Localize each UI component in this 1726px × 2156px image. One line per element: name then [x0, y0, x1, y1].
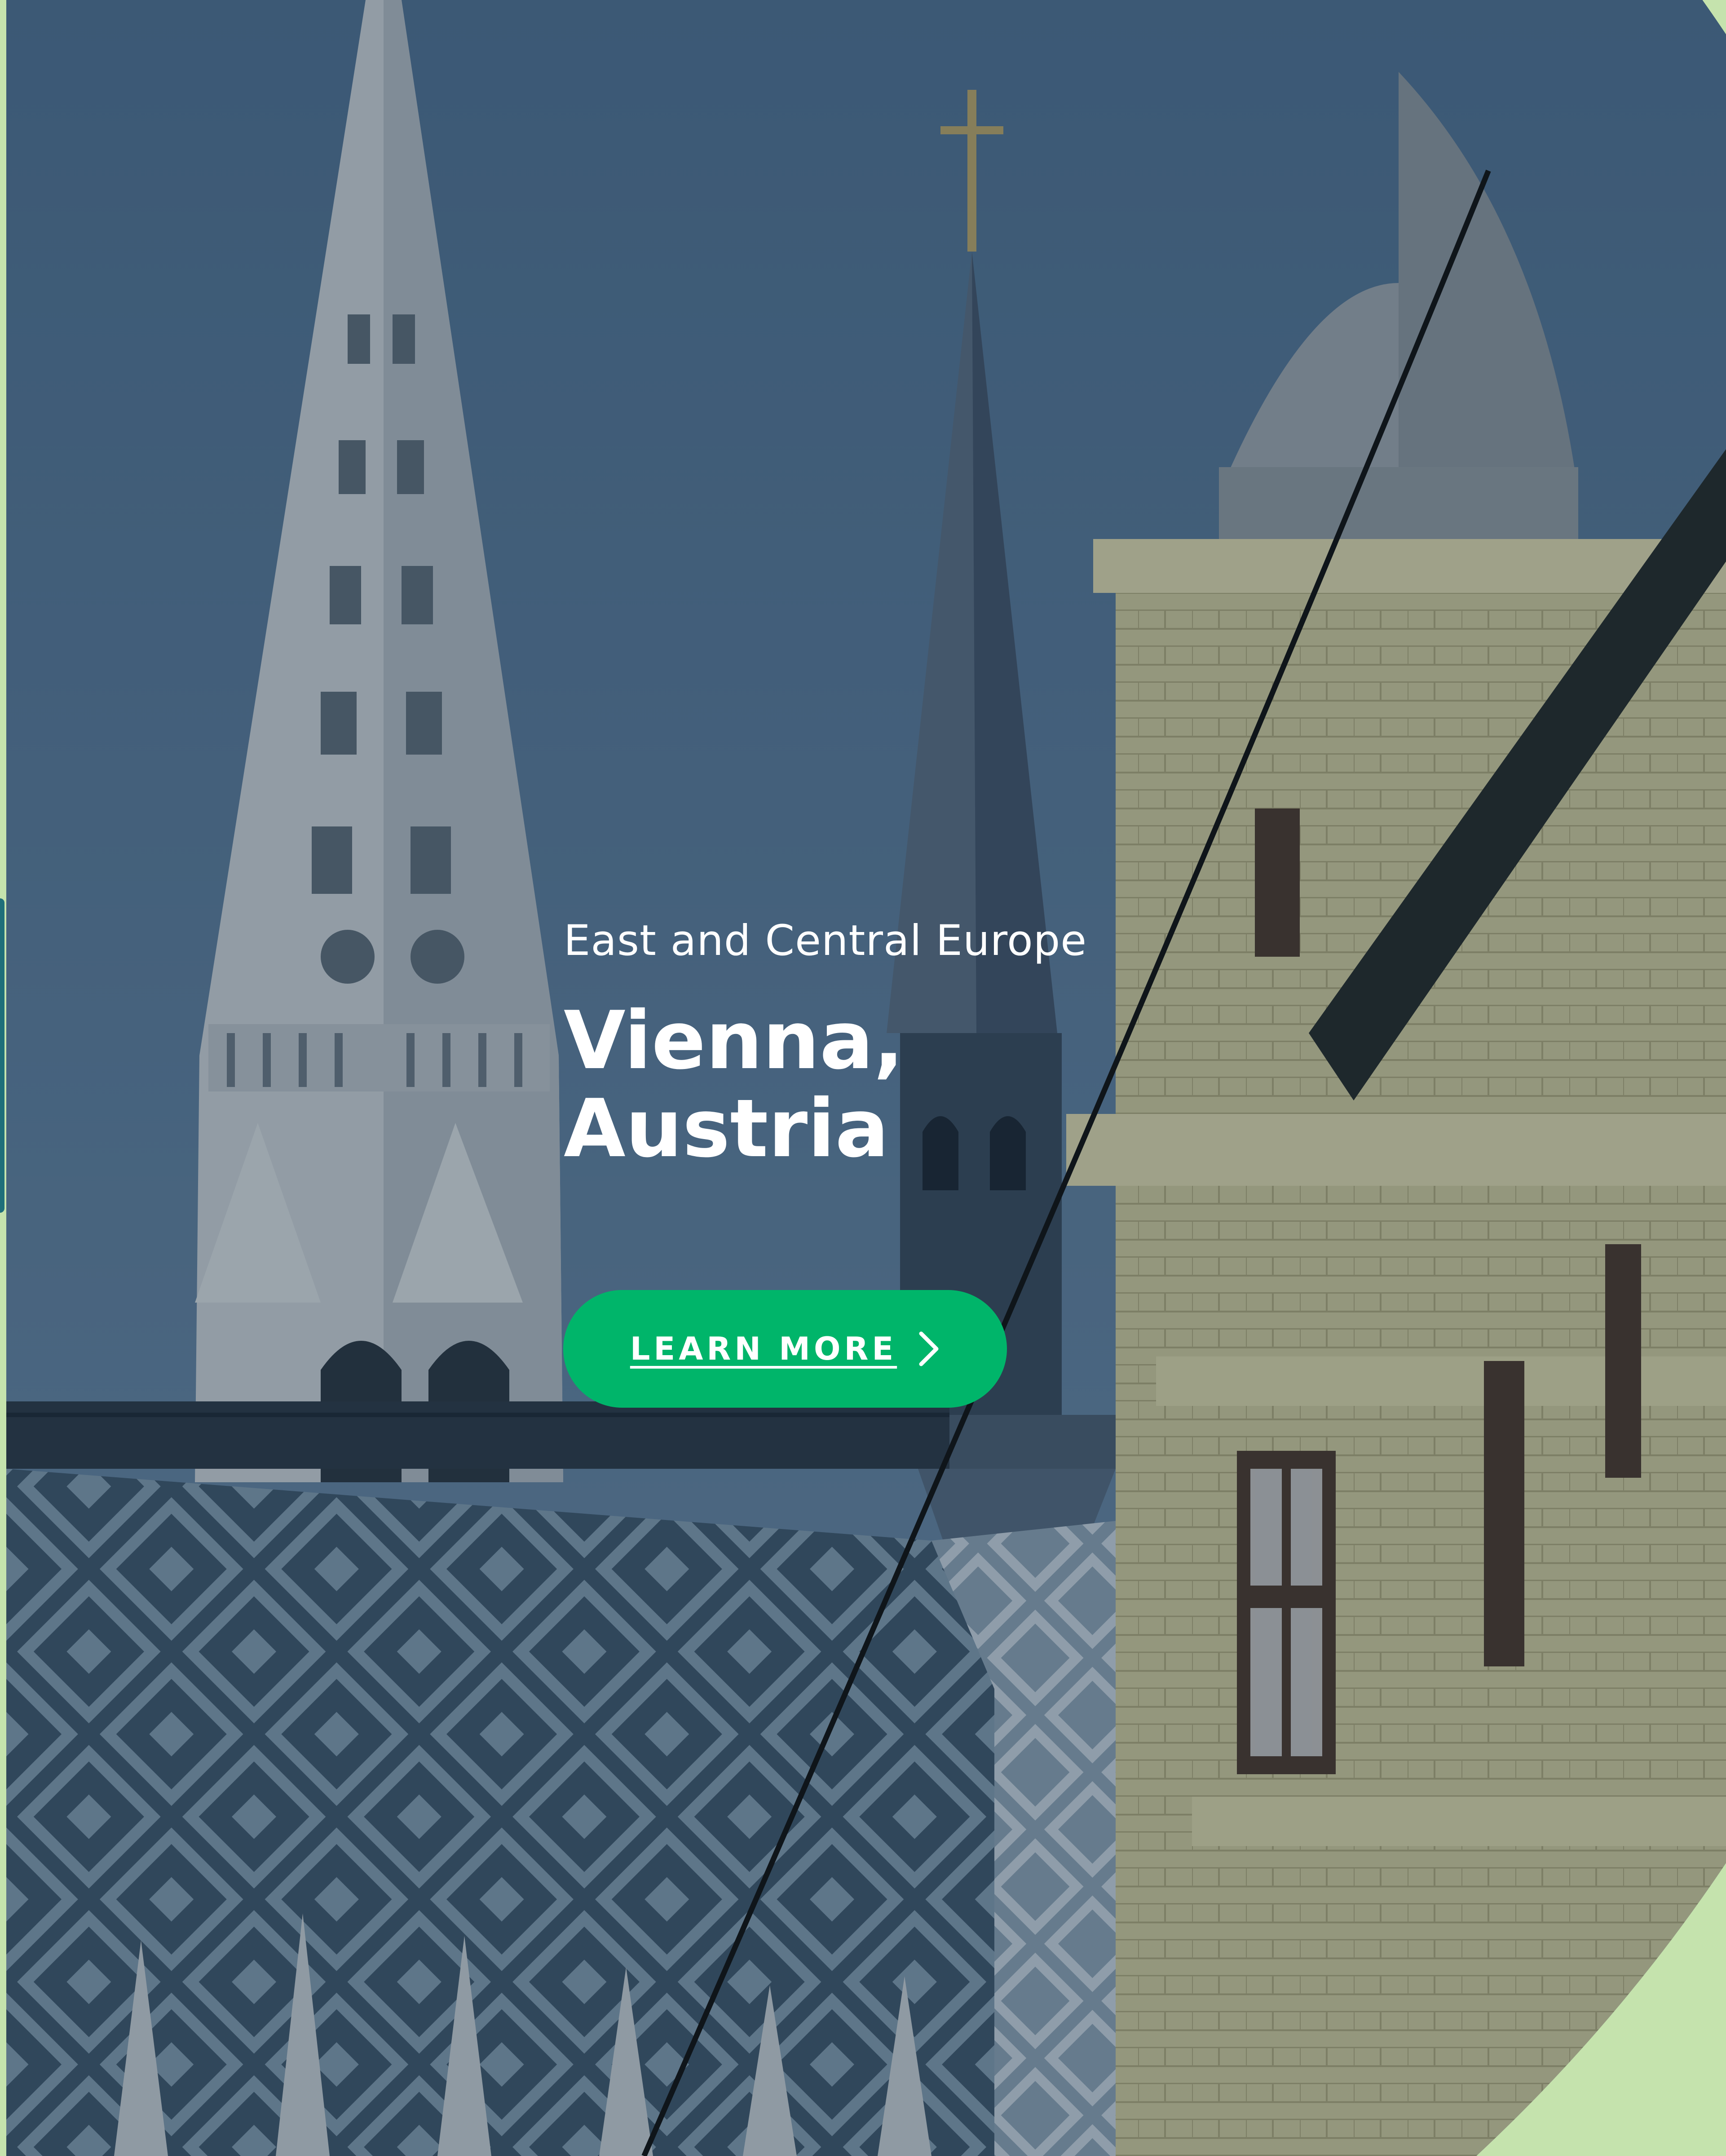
destination-title-city: Vienna, [564, 994, 904, 1087]
learn-more-button[interactable]: LEARN MORE [563, 1290, 1007, 1408]
hero-section: East and Central Europe Vienna, Austria … [0, 0, 1726, 2156]
left-accent-shape [0, 898, 4, 1213]
hero-text: East and Central Europe Vienna, Austria [564, 916, 1087, 1173]
region-label: East and Central Europe [564, 916, 1087, 965]
destination-title-country: Austria [564, 1082, 889, 1175]
learn-more-label: LEARN MORE [630, 1330, 897, 1367]
chevron-right-icon [918, 1331, 940, 1367]
destination-title: Vienna, Austria [564, 997, 1087, 1173]
